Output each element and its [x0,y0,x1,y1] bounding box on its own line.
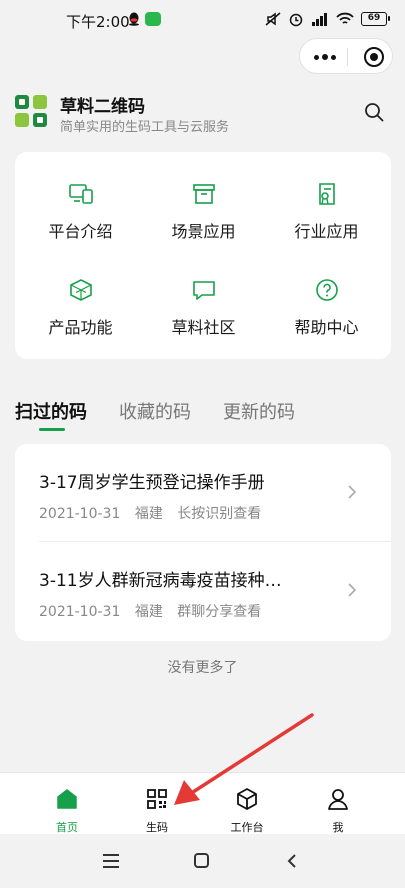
list-item-title: 3-11岁人群新冠病毒疫苗接种… [39,571,282,591]
grid-item-platform-intro[interactable]: 平台介绍 [18,152,143,248]
list-item-date: 2021-10-31 [39,506,121,522]
status-bar: 下午2:00 69 [0,0,405,40]
certificate-icon [318,183,335,205]
tab-updated[interactable]: 更新的码 [223,398,295,424]
list-item-date: 2021-10-31 [39,604,121,620]
status-time: 下午2:00 [66,13,130,31]
list-item-meta: 2021-10-31 福建 群聊分享查看 [39,601,271,621]
workbench-cube-icon [237,788,257,810]
tab-scanned[interactable]: 扫过的码 [15,398,87,424]
devices-icon [68,184,93,204]
close-miniprogram-icon[interactable] [364,47,384,67]
wechat-icon [145,12,161,26]
list-item-title: 3-17周岁学生预登记操作手册 [39,473,265,493]
list-item[interactable]: 3-17周岁学生预登记操作手册 2021-10-31 福建 长按识别查看 [15,444,391,542]
tabbar-workbench[interactable]: 工作台 [197,773,297,835]
archive-box-icon [192,184,215,204]
bottom-tab-bar: 首页 生码 工作台 我 [0,772,405,834]
alarm-icon [289,13,303,27]
qq-icon [129,12,139,26]
grid-item-community[interactable]: 草料社区 [141,248,266,344]
tabbar-home[interactable]: 首页 [17,773,117,835]
grid-item-label: 帮助中心 [294,318,359,337]
grid-item-label: 平台介绍 [48,222,113,241]
list-item-action: 群聊分享查看 [177,604,262,620]
app-subtitle: 简单实用的生码工具与云服务 [60,120,230,135]
system-navigation-bar [0,834,405,888]
grid-item-label: 行业应用 [294,222,359,241]
list-item[interactable]: 3-11岁人群新冠病毒疫苗接种… 2021-10-31 福建 群聊分享查看 [15,542,391,640]
list-item-meta: 2021-10-31 福建 长按识别查看 [39,503,271,523]
list-item-action: 长按识别查看 [177,506,262,522]
capsule-divider [347,48,348,66]
system-home-icon[interactable] [194,853,209,868]
no-more-text: 没有更多了 [167,660,238,676]
grid-item-help-center[interactable]: 帮助中心 [264,248,389,344]
more-icon[interactable] [314,54,336,60]
cube-icon [69,279,92,301]
tabbar-label: 首页 [56,821,78,834]
grid-item-scenario[interactable]: 场景应用 [141,152,266,248]
grid-item-product-features[interactable]: 产品功能 [18,248,143,344]
miniprogram-capsule [299,38,393,74]
chevron-right-icon [348,583,357,597]
recent-apps-icon[interactable] [103,854,119,868]
search-icon[interactable] [364,102,384,122]
help-circle-icon [315,279,338,301]
list-item-location: 福建 [134,506,163,522]
home-icon [57,789,77,809]
grid-item-label: 产品功能 [48,318,113,337]
code-list: 3-17周岁学生预登记操作手册 2021-10-31 福建 长按识别查看 3-1… [15,444,391,641]
tabbar-label: 我 [332,821,344,834]
app-logo [15,95,47,127]
tabbar-me[interactable]: 我 [288,773,388,835]
signal-icon [312,13,327,26]
qr-code-icon [147,789,167,809]
grid-item-industry[interactable]: 行业应用 [264,152,389,248]
user-icon [328,789,348,810]
app-title: 草料二维码 [60,97,145,117]
chevron-right-icon [348,485,357,499]
tabbar-generate-code[interactable]: 生码 [107,773,207,835]
active-tab-indicator [39,428,65,431]
tabbar-label: 工作台 [230,821,264,834]
grid-item-label: 草料社区 [171,318,236,337]
quick-entry-grid: 平台介绍 场景应用 行业应用 产品功能 草料社区 帮助中心 [15,152,391,359]
tabbar-label: 生码 [146,821,168,834]
chat-bubble-icon [192,281,215,300]
system-back-icon[interactable] [285,853,299,869]
battery-icon: 69 [361,12,390,26]
wifi-icon [336,12,354,24]
grid-item-label: 场景应用 [171,222,236,241]
list-item-location: 福建 [134,604,163,620]
tab-favorites[interactable]: 收藏的码 [119,398,191,424]
mute-icon [265,12,281,26]
status-icons: 69 [265,11,390,27]
